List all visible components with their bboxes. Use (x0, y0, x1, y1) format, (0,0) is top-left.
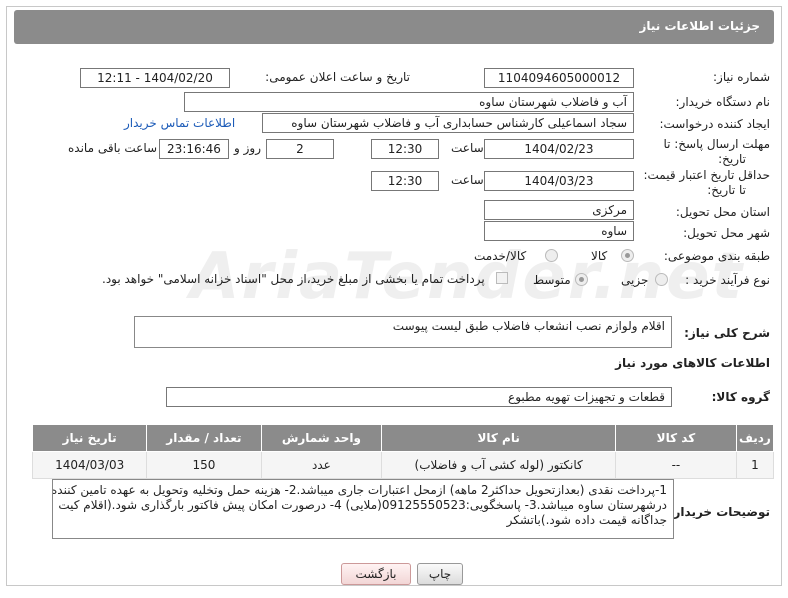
need-number-field[interactable]: 1104094605000012 (484, 68, 634, 88)
city-field[interactable]: ساوه (484, 221, 634, 241)
reply-date-field[interactable]: 1404/02/23 (484, 139, 634, 159)
col-unit: واحد شمارش (260, 424, 383, 452)
back-button[interactable]: بازگشت (341, 563, 411, 585)
treasury-payment-checkbox[interactable] (496, 272, 508, 284)
reply-deadline-label-date: تاریخ: (718, 152, 746, 166)
process-option-medium: متوسط (533, 273, 571, 287)
col-need-date: تاریخ نیاز (31, 424, 148, 452)
category-option-goods: کالا (591, 249, 608, 263)
cell-need-date: 1404/03/03 (31, 451, 148, 479)
cell-goods-code: -- (615, 451, 737, 479)
buyer-notes-line: 1-پرداخت نقدی (بعدازتحویل حداکثر2 ماهه) … (52, 483, 667, 497)
days-label: روز و (234, 141, 261, 155)
buyer-org-label: نام دستگاه خریدار: (675, 95, 771, 109)
cell-unit: عدد (260, 451, 383, 479)
process-radio-minor[interactable] (655, 273, 668, 286)
announce-datetime-label: تاریخ و ساعت اعلان عمومی: (265, 70, 410, 84)
remaining-time-label: ساعت باقی مانده (68, 141, 158, 155)
validity-time-field[interactable]: 12:30 (371, 171, 439, 191)
price-validity-label: حداقل تاریخ اعتبار قیمت: (643, 168, 770, 182)
category-radio-goods-service[interactable] (545, 249, 558, 262)
creator-label: ایجاد کننده درخواست: (659, 117, 770, 131)
goods-group-field[interactable]: قطعات و تجهیزات تهویه مطبوع (166, 387, 672, 407)
cell-goods-name: کانکتور (لوله کشی آب و فاضلاب) (381, 451, 617, 479)
cell-quantity: 150 (146, 451, 262, 479)
buyer-contact-link[interactable]: اطلاعات تماس خریدار (124, 116, 235, 130)
category-label: طبقه بندی موضوعی: (663, 249, 770, 263)
process-radio-medium[interactable] (575, 273, 588, 286)
goods-table: ردیف کد کالا نام کالا واحد شمارش تعداد /… (31, 424, 775, 479)
col-quantity: تعداد / مقدار (146, 424, 262, 452)
buyer-notes-label: توضیحات خریدار: (668, 505, 770, 519)
goods-group-label: گروه کالا: (711, 390, 770, 404)
reply-time-field[interactable]: 12:30 (371, 139, 439, 159)
process-option-minor: جزیی (621, 273, 649, 287)
process-type-label: نوع فرآیند خرید : (685, 273, 770, 287)
page-title: جزئیات اطلاعات نیاز (639, 19, 760, 33)
remaining-time-field[interactable]: 23:16:46 (159, 139, 229, 159)
buyer-org-field[interactable]: آب و فاضلاب شهرستان ساوه (184, 92, 634, 112)
province-field[interactable]: مرکزی (484, 200, 634, 220)
goods-info-title: اطلاعات کالاهای مورد نیاز (615, 356, 770, 370)
buyer-notes-line: درشهرستان ساوه میباشد.3- پاسخگویی:091255… (58, 498, 667, 512)
province-label: استان محل تحویل: (675, 205, 770, 219)
col-goods-code: کد کالا (615, 424, 737, 452)
buyer-notes-field[interactable]: 1-پرداخت نقدی (بعدازتحویل حداکثر2 ماهه) … (52, 479, 674, 539)
price-validity-label-date: تا تاریخ: (707, 183, 746, 197)
buyer-notes-line: جداگانه قیمت داده شود.)باتشکر (506, 513, 667, 527)
treasury-payment-note: پرداخت تمام یا بخشی از مبلغ خرید،از محل … (102, 272, 485, 286)
description-label: شرح کلی نیاز: (684, 326, 770, 340)
validity-time-label: ساعت (451, 173, 484, 187)
print-button[interactable]: چاپ (417, 563, 463, 585)
days-remaining-field[interactable]: 2 (266, 139, 334, 159)
page-header: جزئیات اطلاعات نیاز (14, 10, 774, 44)
col-goods-name: نام کالا (381, 424, 617, 452)
city-label: شهر محل تحویل: (683, 226, 770, 240)
table-row[interactable]: 1 -- کانکتور (لوله کشی آب و فاضلاب) عدد … (31, 451, 775, 479)
category-option-goods-service: کالا/خدمت (474, 249, 527, 263)
creator-field[interactable]: سجاد اسماعیلی کارشناس حسابداری آب و فاضل… (262, 113, 634, 133)
cell-row-number: 1 (735, 451, 775, 479)
reply-deadline-label: مهلت ارسال پاسخ: تا (663, 137, 770, 151)
description-field[interactable]: اقلام ولوازم نصب انشعاب فاضلاب طبق لیست … (134, 316, 672, 348)
reply-time-label: ساعت (451, 141, 484, 155)
announce-datetime-field[interactable]: 1404/02/20 - 12:11 (80, 68, 230, 88)
validity-date-field[interactable]: 1404/03/23 (484, 171, 634, 191)
need-number-label: شماره نیاز: (713, 70, 770, 84)
col-row-number: ردیف (735, 424, 775, 452)
category-radio-goods[interactable] (621, 249, 634, 262)
